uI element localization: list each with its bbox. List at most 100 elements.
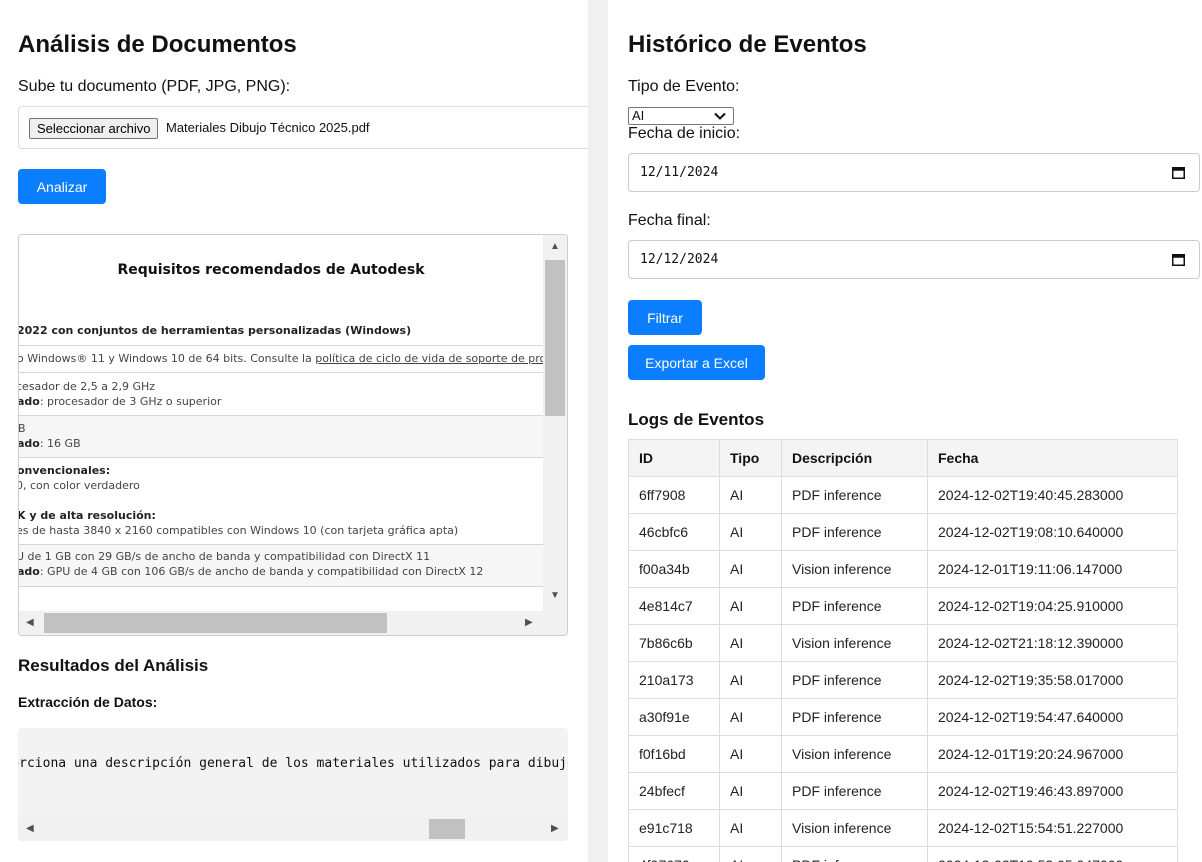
cell-date: 2024-12-02T21:18:12.390000 [927,624,1178,662]
preview-title: Requisitos recomendados de Autodesk [117,262,425,278]
scroll-left-icon[interactable]: ◀ [26,617,34,629]
scroll-left-icon[interactable]: ◀ [26,823,34,835]
cell-id: e91c718 [628,809,720,847]
horizontal-scrollbar[interactable]: ◀ ▶ [19,611,567,635]
horizontal-scroll-thumb[interactable] [44,613,387,633]
start-date-input[interactable]: 12/11/2024 [628,153,1200,192]
preview-gpu-line: U de 1 GB con 29 GB/s de ancho de banda … [19,550,431,563]
cell-type: AI [719,587,782,625]
table-row: 6ff7908 AI PDF inference 2024-12-02T19:40:4… [628,476,1178,514]
cell-id: f00a34b [628,550,720,588]
analyze-button[interactable]: Analizar [18,169,106,204]
table-row: f00a34b AI Vision inference 2024-12-01T19:1… [628,550,1178,588]
cell-id: a30f91e [628,698,720,736]
logs-title: Logs de Eventos [628,410,765,429]
cell-description: Vision inference [781,624,928,662]
event-history-panel: Histórico de Eventos Tipo de Evento: AI … [608,0,1202,862]
cell-description: PDF inference [781,476,928,514]
upload-label: Sube tu documento (PDF, JPG, PNG): [18,78,291,95]
divider [19,457,544,458]
divider [19,586,544,587]
table-row: 7b86c6b AI Vision inference 2024-12-02T21:1… [628,624,1178,662]
start-date-value: 12/11/2024 [640,165,719,180]
cell-id: 6ff7908 [628,476,720,514]
cell-description: Vision inference [781,735,928,773]
cell-id: f0f16bd [628,735,720,773]
extraction-text: Proporciona una descripción general de l… [18,756,568,771]
table-row: 4f97670AIPDF inference2024-12-02T19:52:0… [628,846,1178,862]
preview-display-heading: onvencionales: [19,464,111,477]
preview-os-text: o Windows® 11 y Windows 10 de 64 bits. C… [19,352,316,365]
chevron-down-icon [714,112,726,120]
cell-description: PDF inference [781,772,928,810]
calendar-icon[interactable] [1172,166,1185,179]
scroll-up-icon[interactable]: ▲ [550,241,560,253]
choose-file-button[interactable]: Seleccionar archivo [29,118,159,139]
calendar-icon[interactable] [1172,253,1185,266]
event-type-select[interactable]: AI [628,107,734,125]
column-header-id: ID [628,439,720,477]
vertical-scroll-thumb[interactable] [545,260,565,416]
preview-hires-heading: K y de alta resolución: [19,509,156,522]
cell-description: PDF inference [781,661,928,699]
cell-date: 2024-12-01T19:11:06.147000 [927,550,1178,588]
export-excel-button[interactable]: Exportar a Excel [628,345,765,380]
table-row: f0f16bd AI Vision inference 2024-12-01T19:2… [628,735,1178,773]
cell-type: AI [719,624,782,662]
output-scroll-thumb[interactable] [429,819,465,839]
cell-date: 2024-12-02T19:54:47.640000 [927,698,1178,736]
scroll-down-icon[interactable]: ▼ [550,590,560,602]
extraction-output[interactable]: Proporciona una descripción general de l… [18,728,568,841]
end-date-input[interactable]: 12/12/2024 [628,240,1200,279]
output-scrollbar[interactable]: ◀ ▶ [18,817,568,841]
start-date-label: Fecha de inicio: [628,125,741,142]
preview-mem-line: B [19,422,26,435]
document-preview[interactable]: Requisitos recomendados de Autodesk 2022… [18,234,568,636]
divider [19,415,544,416]
cell-description: PDF inference [781,846,928,862]
preview-cpu-line: cesador de 2,5 a 2,9 GHz [19,380,156,393]
cell-id: 24bfecf [628,772,720,810]
column-header-date: Fecha [927,439,1178,477]
cell-type: AI [719,476,782,514]
table-row: 4e814c7 AI PDF inference 2024-12-02T19:04:2… [628,587,1178,625]
cell-date: 2024-12-02T19:35:58.017000 [927,661,1178,699]
cell-date: 2024-12-02T19:46:43.897000 [927,772,1178,810]
vertical-scrollbar[interactable]: ▲ ▼ [543,235,567,612]
divider [19,345,544,346]
file-input[interactable]: Seleccionar archivo Materiales Dibujo Té… [18,106,588,149]
table-header-row: ID Tipo Descripción Fecha [628,439,1178,477]
cell-id: 7b86c6b [628,624,720,662]
preview-heading: 2022 con conjuntos de herramientas perso… [19,324,412,337]
cell-date: 2024-12-02T19:08:10.640000 [927,513,1178,551]
table-row: e91c718 AI Vision inference 2024-12-02T15:5… [628,809,1178,847]
cell-type: AI [719,698,782,736]
cell-date: 2024-12-02T19:04:25.910000 [927,587,1178,625]
cell-description: PDF inference [781,698,928,736]
filter-button[interactable]: Filtrar [628,300,702,335]
table-row: 24bfecf AI PDF inference 2024-12-02T19:46:4… [628,772,1178,810]
cell-id: 46cbfc6 [628,513,720,551]
cell-date: 2024-12-02T15:54:51.227000 [927,809,1178,847]
scroll-right-icon[interactable]: ▶ [525,617,533,629]
support-policy-link[interactable]: política de ciclo de vida de soporte de … [315,352,544,365]
cell-type: AI [719,772,782,810]
cell-date: 2024-12-01T19:20:24.967000 [927,735,1178,773]
column-header-description: Descripción [781,439,928,477]
event-type-value: AI [632,108,645,123]
cell-description: Vision inference [781,550,928,588]
cell-date: 2024-12-02T19:40:45.283000 [927,476,1178,514]
cell-type: AI [719,809,782,847]
extraction-label: Extracción de Datos: [18,694,158,710]
cell-type: AI [719,846,782,862]
results-title: Resultados del Análisis [18,656,209,675]
cell-type: AI [719,513,782,551]
cell-date: 2024-12-02T19:52:05.047000 [927,846,1178,862]
divider [19,544,544,545]
scroll-right-icon[interactable]: ▶ [551,823,559,835]
table-row: 46cbfc6 AI PDF inference 2024-12-02T19:08:1… [628,513,1178,551]
cell-type: AI [719,661,782,699]
cell-description: PDF inference [781,587,928,625]
cell-type: AI [719,550,782,588]
cell-id: 4f97670 [628,846,720,862]
